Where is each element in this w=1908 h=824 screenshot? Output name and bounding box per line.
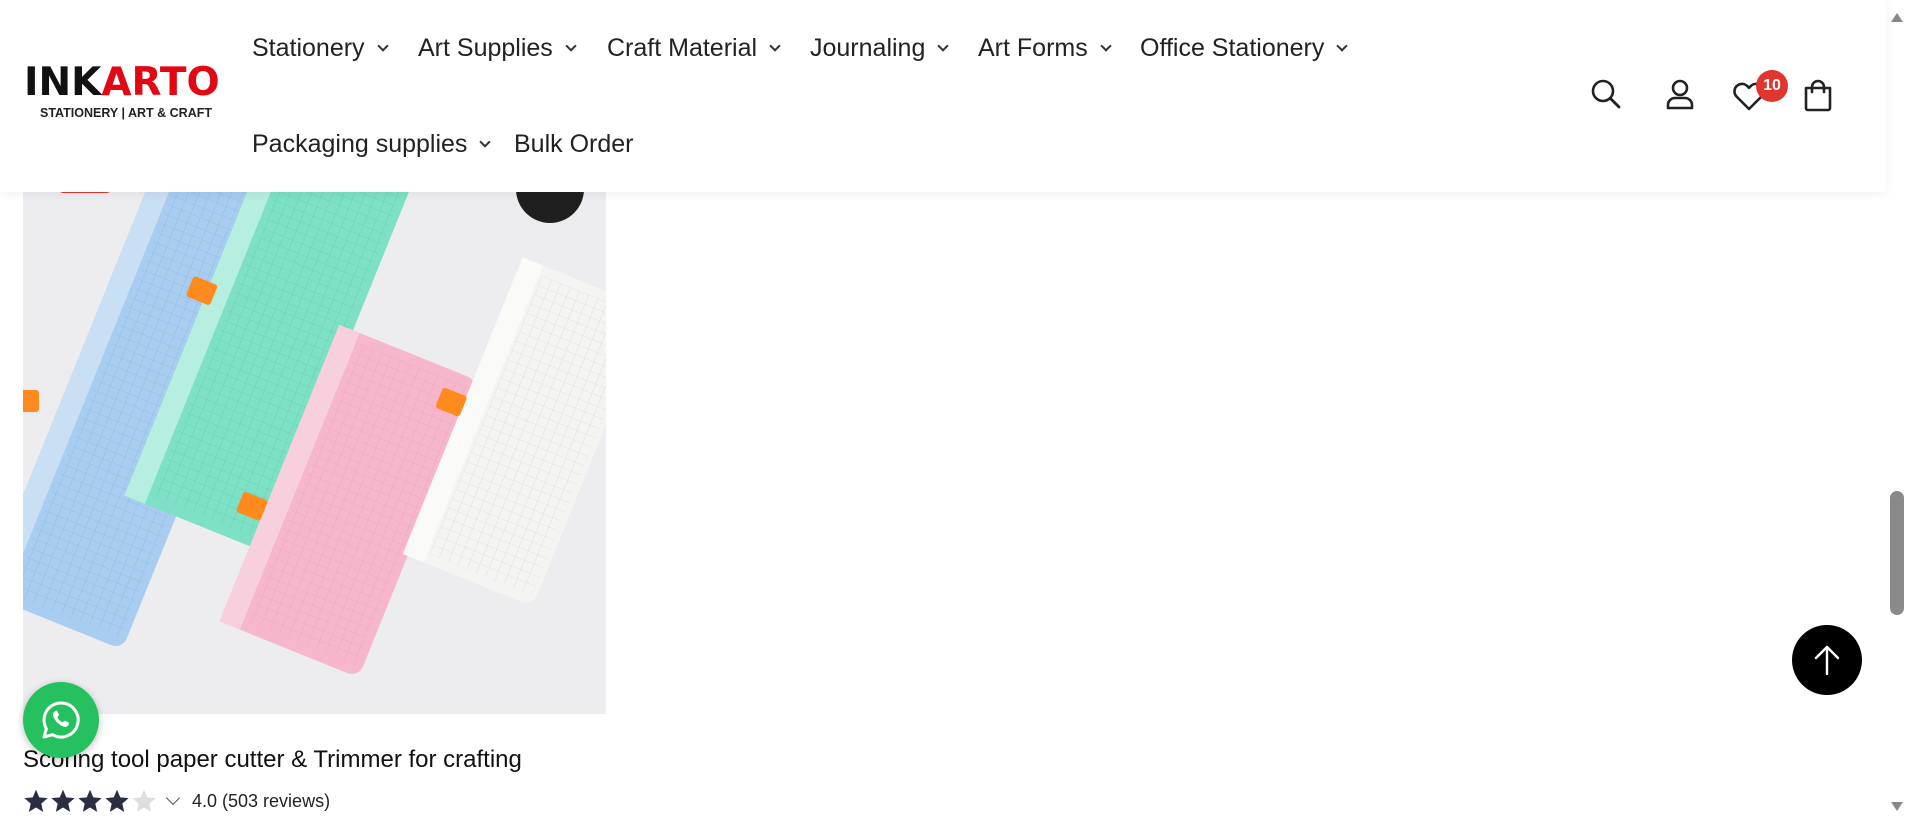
nav-item-label: Packaging supplies: [252, 130, 468, 158]
rating-text: 4.0 (503 reviews): [192, 790, 331, 811]
product-rating[interactable]: 4.0 (503 reviews): [23, 788, 330, 814]
nav-item-office-stationery[interactable]: Office Stationery: [1140, 34, 1349, 63]
star-filled-icon: [105, 789, 129, 812]
rating-stars: [23, 788, 158, 814]
back-to-top-button[interactable]: [1792, 625, 1862, 695]
scroll-down-arrow-icon[interactable]: [1891, 802, 1903, 811]
product-photo: [23, 160, 606, 714]
product-title[interactable]: Scoring tool paper cutter & Trimmer for …: [23, 746, 522, 774]
star-filled-icon: [78, 789, 102, 812]
nav-item-label: Office Stationery: [1140, 34, 1325, 62]
chevron-down-icon: [479, 136, 492, 148]
nav-item-art-forms[interactable]: Art Forms: [978, 34, 1112, 63]
arrow-up-icon: [1814, 645, 1840, 676]
scroll-up-arrow-icon[interactable]: [1891, 13, 1903, 22]
nav-item-craft-material[interactable]: Craft Material: [607, 34, 781, 63]
logo-text-ink: INK: [24, 60, 102, 105]
nav-item-label: Art Supplies: [418, 34, 553, 62]
star-filled-icon: [24, 789, 48, 812]
star-empty-icon: [132, 789, 156, 812]
chevron-down-icon: [937, 40, 950, 52]
site-logo[interactable]: INKARTO STATIONERY | ART & CRAFT: [24, 60, 220, 130]
page-scrollbar[interactable]: [1886, 0, 1908, 824]
nav-item-art-supplies[interactable]: Art Supplies: [418, 34, 577, 63]
chevron-down-icon[interactable]: [165, 790, 181, 806]
nav-item-stationery[interactable]: Stationery: [252, 34, 389, 63]
nav-item-packaging-supplies[interactable]: Packaging supplies: [252, 130, 492, 159]
whatsapp-icon: [42, 701, 80, 739]
chevron-down-icon: [1100, 40, 1112, 52]
product-image[interactable]: [23, 160, 606, 714]
search-icon[interactable]: [1590, 78, 1626, 114]
user-icon[interactable]: [1664, 78, 1700, 114]
nav-item-label: Craft Material: [607, 34, 758, 62]
chevron-down-icon: [1336, 40, 1349, 52]
chevron-down-icon: [769, 40, 781, 52]
shopping-bag-icon[interactable]: [1802, 78, 1838, 114]
logo-wordmark: INKARTO: [24, 60, 220, 105]
chevron-down-icon: [376, 40, 389, 52]
nav-item-label: Bulk Order: [514, 130, 634, 158]
whatsapp-button[interactable]: [23, 682, 99, 758]
logo-tagline: STATIONERY | ART & CRAFT: [40, 106, 213, 120]
star-filled-icon: [51, 789, 75, 812]
chevron-down-icon: [565, 40, 577, 52]
nav-item-bulk-order[interactable]: Bulk Order: [514, 130, 633, 159]
site-header: INKARTO STATIONERY | ART & CRAFT Station…: [0, 0, 1886, 192]
logo-text-arto: ARTO: [101, 60, 220, 105]
page: INKARTO STATIONERY | ART & CRAFT Station…: [0, 0, 1908, 824]
wishlist-count-badge: 10: [1756, 70, 1788, 102]
nav-item-journaling[interactable]: Journaling: [810, 34, 950, 63]
nav-item-label: Art Forms: [978, 34, 1088, 62]
nav-item-label: Stationery: [252, 34, 365, 62]
nav-item-label: Journaling: [810, 34, 926, 62]
scrollbar-thumb[interactable]: [1890, 491, 1904, 615]
